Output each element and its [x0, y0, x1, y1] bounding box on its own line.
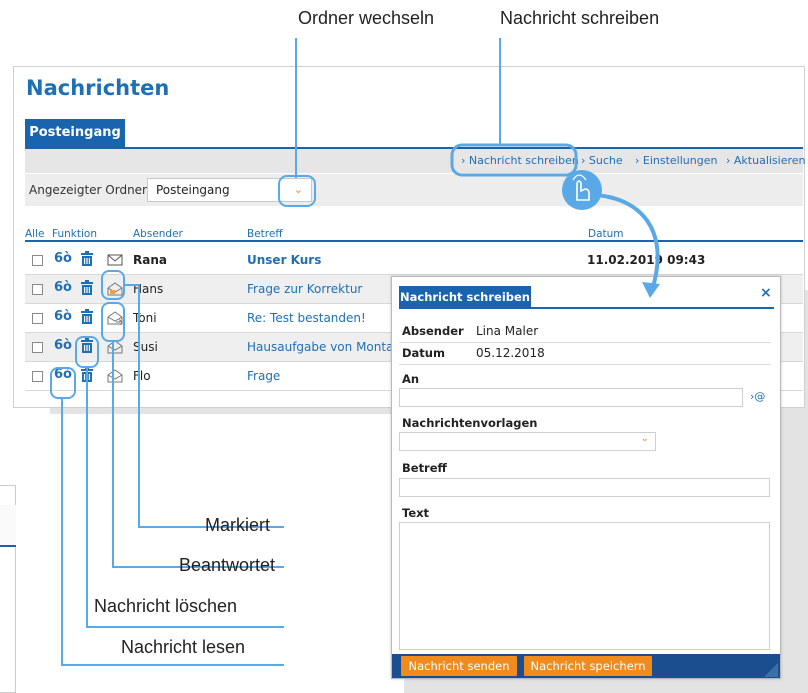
callout-switch-folder: Ordner wechseln: [298, 8, 435, 28]
sender-value: Lina Maler: [476, 324, 539, 338]
glasses-icon[interactable]: 6ò: [54, 251, 72, 266]
trash-icon[interactable]: [80, 251, 94, 267]
callout-read-message: Nachricht lesen: [121, 637, 246, 657]
row-subject[interactable]: Frage zur Korrektur: [247, 282, 362, 296]
sender-label: Absender: [402, 324, 464, 338]
trash-icon[interactable]: [80, 338, 94, 354]
row-date: 11.02.2019 09:43: [587, 253, 706, 267]
text-area[interactable]: [399, 522, 770, 650]
dialog-tab: Nachricht schreiben: [399, 286, 531, 308]
subject-label: Betreff: [402, 461, 447, 475]
header-divider: [25, 240, 803, 242]
envelope-read-icon: [107, 369, 123, 383]
templates-select[interactable]: ⌄: [399, 432, 656, 451]
subject-field[interactable]: [399, 478, 770, 497]
envelope-marked-icon: [107, 282, 123, 296]
row-sender: Hans: [133, 282, 164, 296]
trash-icon[interactable]: [80, 309, 94, 325]
row-subject[interactable]: Unser Kurs: [247, 253, 321, 267]
row-checkbox[interactable]: [32, 255, 43, 266]
column-header-sender[interactable]: Absender: [133, 228, 183, 240]
close-icon[interactable]: ×: [760, 285, 772, 301]
trash-icon[interactable]: [80, 280, 94, 296]
row-checkbox[interactable]: [32, 284, 43, 295]
date-value: 05.12.2018: [476, 346, 545, 360]
row-sender: Toni: [133, 311, 157, 325]
search-link[interactable]: › Suche: [581, 154, 623, 167]
refresh-link[interactable]: › Aktualisieren: [726, 154, 806, 167]
templates-label: Nachrichtenvorlagen: [402, 416, 538, 430]
send-button[interactable]: Nachricht senden: [401, 656, 517, 676]
background-partial-window-header: [0, 505, 16, 547]
to-label: An: [402, 372, 420, 386]
column-header-subject[interactable]: Betreff: [247, 228, 283, 240]
callout-marked: Markiert: [205, 515, 271, 535]
row-subject[interactable]: Re: Test bestanden!: [247, 311, 366, 325]
row-sender: Rana: [133, 253, 167, 267]
text-label: Text: [402, 506, 430, 520]
envelope-answered-icon: [107, 311, 123, 325]
row-sender: Susi: [133, 340, 158, 354]
envelope-read-icon: [107, 340, 123, 354]
table-row[interactable]: 6ò Rana Unser Kurs 11.02.2019 09:43: [25, 246, 803, 275]
to-field[interactable]: [399, 388, 743, 407]
folder-select[interactable]: Posteingang ⌄: [147, 178, 312, 202]
folder-label: Angezeigter Ordner: [29, 183, 147, 197]
page-title: Nachrichten: [26, 76, 170, 100]
row-checkbox[interactable]: [32, 342, 43, 353]
callout-answered: Beantwortet: [179, 555, 276, 575]
save-button[interactable]: Nachricht speichern: [524, 656, 652, 676]
glasses-icon[interactable]: 6ò: [54, 338, 72, 353]
recipient-picker-icon[interactable]: ›@: [750, 390, 765, 403]
envelope-unread-icon: [107, 254, 123, 266]
row-subject[interactable]: Hausaufgabe von Monta: [247, 340, 393, 354]
callout-delete-message: Nachricht löschen: [94, 596, 238, 616]
column-header-function: Funktion: [52, 228, 97, 240]
date-label: Datum: [402, 346, 445, 360]
glasses-icon[interactable]: 6ò: [54, 367, 72, 382]
glasses-icon[interactable]: 6ò: [54, 309, 72, 324]
trash-icon[interactable]: [80, 367, 94, 383]
tab-inbox[interactable]: Posteingang: [25, 119, 125, 149]
settings-link[interactable]: › Einstellungen: [635, 154, 717, 167]
chevron-down-icon: ⌄: [640, 433, 649, 444]
row-checkbox[interactable]: [32, 371, 43, 382]
callout-compose-message: Nachricht schreiben: [500, 8, 660, 28]
column-header-date[interactable]: Datum: [588, 228, 624, 240]
dialog-divider: [399, 342, 771, 343]
row-checkbox[interactable]: [32, 313, 43, 324]
column-header-all[interactable]: Alle: [25, 228, 44, 240]
folder-select-value: Posteingang: [156, 183, 230, 197]
dialog-tab-underline: [399, 307, 774, 309]
dialog-divider: [399, 364, 771, 365]
chevron-down-icon: ⌄: [293, 183, 303, 196]
resize-grip-icon[interactable]: [764, 663, 778, 677]
row-sender: Flo: [133, 369, 151, 383]
compose-link[interactable]: › Nachricht schreiben: [461, 154, 579, 167]
row-subject[interactable]: Frage: [247, 369, 280, 383]
glasses-icon[interactable]: 6ò: [54, 280, 72, 295]
